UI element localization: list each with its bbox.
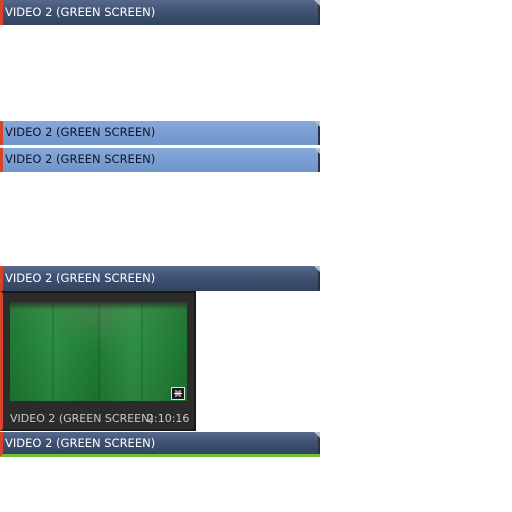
timeline-clip-video-2-selected-b[interactable]: VIDEO 2 (GREEN SCREEN)	[0, 148, 320, 172]
clip-preview-tooltip: VIDEO 2 (GREEN SCREEN) 2:10:16	[0, 291, 196, 431]
clip-label: VIDEO 2 (GREEN SCREEN)	[5, 125, 156, 139]
clip-label: VIDEO 2 (GREEN SCREEN)	[5, 271, 156, 285]
audio-link-icon	[171, 387, 185, 400]
fabric-fold	[98, 302, 100, 401]
clip-label: VIDEO 2 (GREEN SCREEN)	[5, 5, 156, 19]
preview-duration: 2:10:16	[147, 412, 190, 425]
green-screen-thumbnail	[10, 302, 187, 401]
clip-corner-marker	[314, 266, 320, 272]
clip-corner-marker	[314, 432, 320, 438]
timeline-clip-video-2-active[interactable]: VIDEO 2 (GREEN SCREEN)	[0, 432, 320, 457]
clip-label: VIDEO 2 (GREEN SCREEN)	[5, 436, 156, 450]
timeline-clip-video-2-selected-a[interactable]: VIDEO 2 (GREEN SCREEN)	[0, 121, 320, 145]
timeline-clip-video-2-b[interactable]: VIDEO 2 (GREEN SCREEN)	[0, 266, 320, 291]
clip-label: VIDEO 2 (GREEN SCREEN)	[5, 152, 156, 166]
preview-clip-name: VIDEO 2 (GREEN SCREEN)	[10, 412, 154, 425]
clip-corner-marker	[314, 121, 320, 127]
fabric-fold	[141, 302, 143, 401]
fabric-fold	[52, 302, 54, 401]
timeline-clip-video-2-a[interactable]: VIDEO 2 (GREEN SCREEN)	[0, 0, 320, 25]
clip-corner-marker	[314, 0, 320, 6]
clip-corner-marker	[314, 148, 320, 154]
